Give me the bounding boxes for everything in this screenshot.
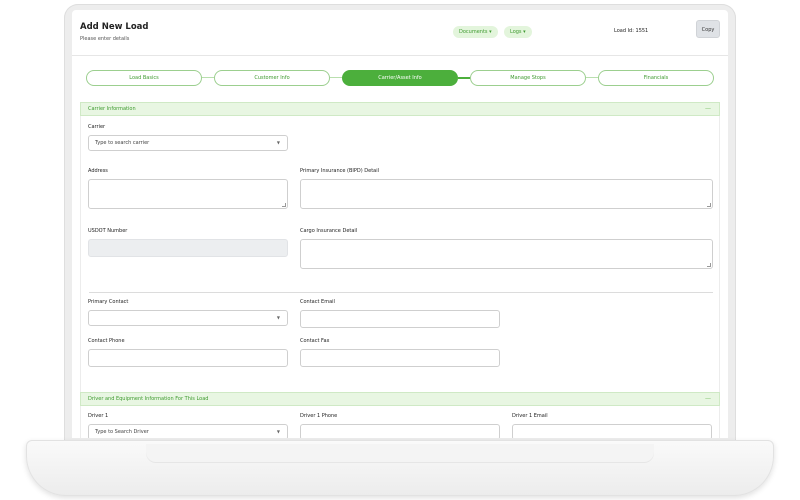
page-header: Add New Load Please enter details Docume… [72, 10, 728, 56]
resize-handle-icon[interactable] [707, 263, 711, 267]
carrier-label: Carrier [88, 124, 106, 130]
step-connector [330, 77, 342, 78]
usdot-label: USDOT Number [88, 228, 128, 234]
driver1-label: Driver 1 [88, 413, 109, 419]
driver-section-header[interactable]: Driver and Equipment Information For Thi… [80, 392, 720, 406]
driver-section-title: Driver and Equipment Information For Thi… [88, 396, 209, 402]
copy-button[interactable]: Copy [696, 20, 720, 38]
load-id: Load Id: 1551 [614, 28, 649, 34]
collapse-icon[interactable]: — [705, 103, 711, 115]
step-connector [458, 77, 470, 79]
chevron-down-icon: ▼ [276, 315, 280, 320]
driver1-phone-input[interactable] [300, 424, 500, 438]
cargo-insurance-textarea[interactable] [300, 239, 713, 269]
app-screen: Add New Load Please enter details Docume… [72, 10, 728, 438]
driver1-email-input[interactable] [512, 424, 712, 438]
contact-fax-label: Contact Fax [300, 338, 330, 344]
carrier-section-title: Carrier Information [88, 106, 136, 112]
driver1-placeholder: Type to Search Driver [95, 429, 149, 435]
primary-insurance-textarea[interactable] [300, 179, 713, 209]
step-manage-stops[interactable]: Manage Stops [470, 70, 586, 86]
page-title: Add New Load [80, 22, 149, 32]
contact-phone-label: Contact Phone [88, 338, 125, 344]
documents-dropdown-button[interactable]: Documents ▾ [453, 26, 498, 38]
address-label: Address [88, 168, 108, 174]
cargo-insurance-label: Cargo Insurance Detail [300, 228, 358, 234]
step-connector [202, 77, 214, 78]
carrier-section-header[interactable]: Carrier Information — [80, 102, 720, 116]
contact-email-input[interactable] [300, 310, 500, 328]
carrier-search-select[interactable]: Type to search carrier ▼ [88, 135, 288, 151]
primary-insurance-label: Primary Insurance (BIPD) Detail [300, 168, 380, 174]
driver1-phone-label: Driver 1 Phone [300, 413, 338, 419]
chevron-down-icon: ▼ [276, 429, 280, 434]
contact-phone-input[interactable] [88, 349, 288, 367]
step-load-basics[interactable]: Load Basics [86, 70, 202, 86]
driver1-search-select[interactable]: Type to Search Driver ▼ [88, 424, 288, 438]
carrier-placeholder: Type to search carrier [95, 140, 150, 146]
carrier-section-body: Carrier Type to search carrier ▼ Address… [80, 116, 720, 398]
usdot-number-field [88, 239, 288, 257]
laptop-mockup: Add New Load Please enter details Docume… [0, 0, 800, 500]
logs-dropdown-button[interactable]: Logs ▾ [504, 26, 532, 38]
collapse-icon[interactable]: — [705, 393, 711, 405]
step-financials[interactable]: Financials [598, 70, 714, 86]
address-textarea[interactable] [88, 179, 288, 209]
contact-email-label: Contact Email [300, 299, 335, 305]
contact-fax-input[interactable] [300, 349, 500, 367]
step-connector [586, 77, 598, 78]
laptop-keyboard-area [146, 444, 654, 462]
step-progress: Load Basics Customer Info Carrier/Asset … [86, 70, 716, 86]
laptop-base [26, 440, 774, 496]
resize-handle-icon[interactable] [707, 203, 711, 207]
step-carrier-asset-info[interactable]: Carrier/Asset Info [342, 70, 458, 86]
primary-contact-label: Primary Contact [88, 299, 129, 305]
driver1-email-label: Driver 1 Email [512, 413, 548, 419]
primary-contact-select[interactable]: ▼ [88, 310, 288, 326]
section-divider [89, 292, 713, 293]
step-customer-info[interactable]: Customer Info [214, 70, 330, 86]
driver-section-body: Driver 1 Type to Search Driver ▼ Driver … [80, 406, 720, 438]
page-subtitle: Please enter details [80, 36, 130, 42]
chevron-down-icon: ▼ [276, 140, 280, 145]
resize-handle-icon[interactable] [282, 203, 286, 207]
